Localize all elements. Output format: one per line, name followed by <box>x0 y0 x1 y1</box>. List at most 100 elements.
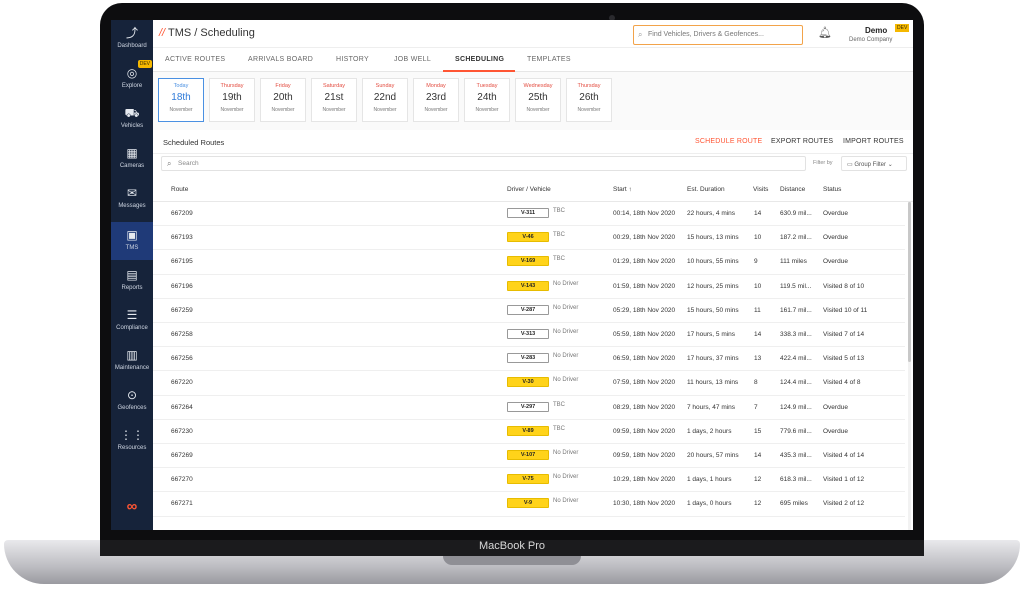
top-bar: // TMS / Scheduling ⌕ Find Vehicles, Dri… <box>153 20 913 48</box>
table-row[interactable]: 667209 V-311 TBC 00:14, 18th Nov 2020 22 hou… <box>153 202 905 227</box>
route-id[interactable]: 667230 <box>171 428 193 435</box>
route-id[interactable]: 667259 <box>171 307 193 314</box>
tab-job-well[interactable]: JOB WELL <box>394 56 431 63</box>
vehicle-badge[interactable]: V-169 <box>507 256 549 267</box>
sidebar-item-resources[interactable]: ⋮⋮ Resources <box>111 422 153 460</box>
table-row[interactable]: 667193 V-46 TBC 00:29, 18th Nov 2020 15 hour… <box>153 226 905 251</box>
start-time: 00:29, 18th Nov 2020 <box>613 234 676 242</box>
sidebar-item-geofences[interactable]: ⊙ Geofences <box>111 382 153 420</box>
driver-name[interactable]: No Driver <box>553 281 578 287</box>
route-id[interactable]: 667193 <box>171 234 193 241</box>
table-row[interactable]: 667230 V-89 TBC 09:59, 18th Nov 2020 1 days,… <box>153 420 905 444</box>
route-id[interactable]: 667196 <box>171 283 193 290</box>
table-row[interactable]: 667270 V-75 No Driver 10:29, 18th Nov 2020 1… <box>153 468 905 493</box>
vehicle-badge[interactable]: V-297 <box>507 401 549 412</box>
tab-templates[interactable]: TEMPLATES <box>527 56 571 63</box>
day-card[interactable]: Friday 20th November <box>260 78 306 122</box>
table-scrollbar[interactable] <box>908 202 911 530</box>
sidebar-item-vehicles[interactable]: ⛟ Vehicles <box>111 100 153 138</box>
table-row[interactable]: 667256 V-283 No Driver 06:59, 18th Nov 2020… <box>153 347 905 372</box>
table-row[interactable]: 667271 V-9 No Driver 10:30, 18th Nov 2020 1 … <box>153 492 905 517</box>
day-card[interactable]: Thursday 19th November <box>209 78 255 122</box>
day-card[interactable]: Monday 23rd November <box>413 78 459 122</box>
driver-name[interactable]: TBC <box>553 232 565 238</box>
table-row[interactable]: 667269 V-107 No Driver 09:59, 18th Nov 2020… <box>153 444 905 469</box>
table-row[interactable]: 667259 V-287 No Driver 05:29, 18th Nov 2020… <box>153 299 905 323</box>
route-id[interactable]: 667270 <box>171 476 193 483</box>
tab-history[interactable]: HISTORY <box>336 56 369 63</box>
tab-active-routes[interactable]: ACTIVE ROUTES <box>165 56 225 63</box>
vehicle-badge[interactable]: V-311 <box>507 208 549 218</box>
vehicle-badge[interactable]: V-75 <box>507 474 549 485</box>
day-card[interactable]: Wednesday 25th November <box>515 78 561 122</box>
sidebar-item-dashboard[interactable]: ⤴ Dashboard <box>111 20 153 58</box>
driver-name[interactable]: No Driver <box>553 353 578 359</box>
group-filter-dropdown[interactable]: ▭ Group Filter ⌄ <box>841 156 907 171</box>
sidebar-item-explore[interactable]: DEV ◎ Explore <box>111 60 153 98</box>
driver-name[interactable]: No Driver <box>553 377 578 383</box>
driver-name[interactable]: TBC <box>553 402 565 408</box>
user-name[interactable]: Demo <box>865 26 887 35</box>
scrollbar-thumb[interactable] <box>908 202 911 362</box>
column-header-route[interactable]: Route <box>171 186 188 193</box>
driver-name[interactable]: TBC <box>553 256 565 262</box>
table-row[interactable]: 667264 V-297 TBC 08:29, 18th Nov 2020 7 hour… <box>153 396 905 420</box>
vehicle-badge[interactable]: V-313 <box>507 329 549 339</box>
vehicle-badge[interactable]: V-287 <box>507 304 549 315</box>
vehicle-badge[interactable]: V-9 <box>507 498 549 509</box>
day-card[interactable]: Today 18th November <box>158 78 204 122</box>
route-id[interactable]: 667269 <box>171 452 193 459</box>
driver-name[interactable]: TBC <box>553 208 565 214</box>
route-id[interactable]: 667256 <box>171 355 193 362</box>
tab-arrivals-board[interactable]: ARRIVALS BOARD <box>248 56 313 63</box>
route-id[interactable]: 667220 <box>171 379 193 386</box>
sidebar-item-messages[interactable]: ✉ Messages <box>111 180 153 218</box>
export-routes-button[interactable]: EXPORT ROUTES <box>771 138 833 145</box>
driver-name[interactable]: No Driver <box>553 450 578 456</box>
sidebar-item-reports[interactable]: ▤ Reports <box>111 262 153 300</box>
column-header-driver-vehicle[interactable]: Driver / Vehicle <box>507 186 551 193</box>
day-card[interactable]: Thursday 26th November <box>566 78 612 122</box>
day-card[interactable]: Tuesday 24th November <box>464 78 510 122</box>
day-card[interactable]: Saturday 21st November <box>311 78 357 122</box>
breadcrumb-app[interactable]: TMS <box>168 27 191 39</box>
sidebar-item-compliance[interactable]: ☰ Compliance <box>111 302 153 340</box>
table-row[interactable]: 667220 V-30 No Driver 07:59, 18th Nov 2020 1… <box>153 371 905 396</box>
table-row[interactable]: 667195 V-169 TBC 01:29, 18th Nov 2020 10 hou… <box>153 250 905 275</box>
schedule-route-button[interactable]: SCHEDULE ROUTE <box>695 138 762 145</box>
driver-name[interactable]: No Driver <box>553 329 578 335</box>
route-id[interactable]: 667264 <box>171 404 193 411</box>
route-id[interactable]: 667195 <box>171 258 193 265</box>
vehicle-badge[interactable]: V-283 <box>507 353 549 364</box>
routes-table-body: 667209 V-311 TBC 00:14, 18th Nov 2020 22 hou… <box>153 202 905 530</box>
vehicle-badge[interactable]: V-143 <box>507 280 549 291</box>
driver-name[interactable]: TBC <box>553 426 565 432</box>
route-id[interactable]: 667209 <box>171 210 193 217</box>
sidebar-item-maintenance[interactable]: ▥ Maintenance <box>111 342 153 380</box>
route-search-input[interactable]: ⌕ Search <box>161 156 806 171</box>
column-header-visits[interactable]: Visits <box>753 186 768 193</box>
sidebar-item-cameras[interactable]: ▦ Cameras <box>111 140 153 178</box>
vehicle-badge[interactable]: V-89 <box>507 425 549 436</box>
table-row[interactable]: 667196 V-143 No Driver 01:59, 18th Nov 2020… <box>153 275 905 299</box>
route-id[interactable]: 667271 <box>171 500 193 507</box>
brand-logo-icon: ∞ <box>126 498 138 515</box>
driver-name[interactable]: No Driver <box>553 305 578 311</box>
import-routes-button[interactable]: IMPORT ROUTES <box>843 138 904 145</box>
table-row[interactable]: 667258 V-313 No Driver 05:59, 18th Nov 2020… <box>153 323 905 348</box>
tab-scheduling[interactable]: SCHEDULING <box>455 56 504 63</box>
column-header-status[interactable]: Status <box>823 186 841 193</box>
column-header-distance[interactable]: Distance <box>780 186 805 193</box>
vehicle-badge[interactable]: V-30 <box>507 377 549 388</box>
column-header-start[interactable]: Start ↑ <box>613 186 632 193</box>
column-header-duration[interactable]: Est. Duration <box>687 186 725 193</box>
global-search-input[interactable]: ⌕ Find Vehicles, Drivers & Geofences... <box>633 25 803 45</box>
driver-name[interactable]: No Driver <box>553 474 578 480</box>
driver-name[interactable]: No Driver <box>553 498 578 504</box>
sidebar-item-tms[interactable]: ▣ TMS <box>111 222 153 260</box>
vehicle-badge[interactable]: V-46 <box>507 232 549 243</box>
route-id[interactable]: 667258 <box>171 331 193 338</box>
day-card[interactable]: Sunday 22nd November <box>362 78 408 122</box>
vehicle-badge[interactable]: V-107 <box>507 450 549 460</box>
notification-bell-icon[interactable]: 🔔︎ <box>818 26 832 39</box>
